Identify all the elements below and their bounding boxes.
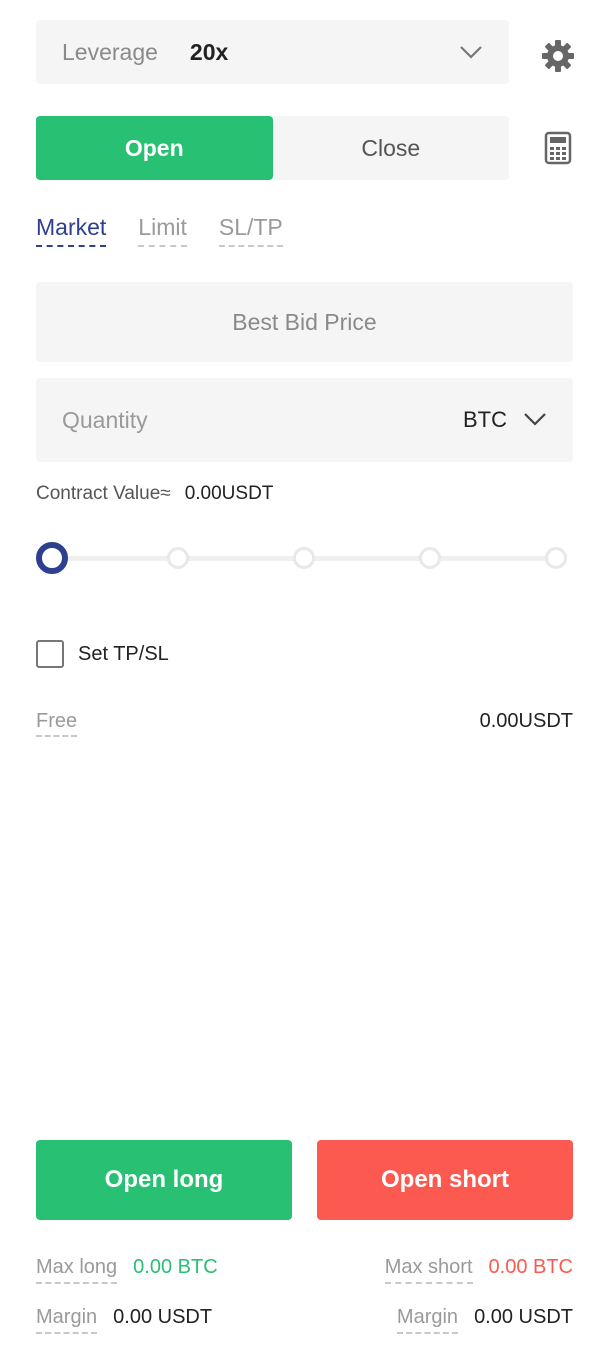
free-value: 0.00USDT bbox=[479, 710, 573, 732]
slider-step-100[interactable] bbox=[545, 547, 567, 569]
calculator-icon[interactable] bbox=[540, 130, 576, 166]
price-placeholder: Best Bid Price bbox=[232, 308, 377, 335]
contract-value-label: Contract Value≈ bbox=[36, 483, 171, 504]
tab-limit[interactable]: Limit bbox=[138, 214, 187, 247]
order-type-tabs: Market Limit SL/TP bbox=[36, 214, 283, 247]
margin-long: Margin 0.00 USDT bbox=[36, 1306, 212, 1334]
quantity-unit-label: BTC bbox=[463, 407, 507, 432]
margin-long-value: 0.00 USDT bbox=[113, 1306, 213, 1328]
slider-step-75[interactable] bbox=[419, 547, 441, 569]
open-long-button[interactable]: Open long bbox=[36, 1140, 292, 1220]
quantity-input[interactable] bbox=[62, 378, 463, 462]
free-label[interactable]: Free bbox=[36, 710, 78, 737]
tab-sl-tp[interactable]: SL/TP bbox=[218, 214, 283, 247]
slider-step-25[interactable] bbox=[167, 547, 189, 569]
max-long: Max long 0.00 BTC bbox=[36, 1256, 218, 1284]
margin-short: Margin 0.00 USDT bbox=[396, 1306, 573, 1334]
quantity-unit-select[interactable]: BTC bbox=[463, 407, 547, 433]
leverage-select[interactable]: Leverage 20x bbox=[36, 20, 509, 84]
leverage-value: 20x bbox=[189, 38, 229, 65]
max-short-value: 0.00 BTC bbox=[488, 1256, 573, 1278]
max-long-label[interactable]: Max long bbox=[36, 1256, 118, 1284]
contract-value-amount: 0.00USDT bbox=[184, 483, 274, 504]
tpsl-label: Set TP/SL bbox=[78, 642, 169, 665]
slider-handle[interactable] bbox=[36, 542, 68, 574]
tpsl-checkbox[interactable] bbox=[36, 640, 64, 668]
margin-short-label[interactable]: Margin bbox=[396, 1306, 459, 1334]
margin-row: Margin 0.00 USDT Margin 0.00 USDT bbox=[36, 1306, 573, 1334]
open-short-button[interactable]: Open short bbox=[317, 1140, 573, 1220]
max-long-value: 0.00 BTC bbox=[133, 1256, 218, 1278]
open-tab[interactable]: Open bbox=[36, 116, 273, 180]
gear-icon[interactable] bbox=[538, 36, 578, 76]
quantity-field: BTC bbox=[36, 378, 573, 462]
leverage-label: Leverage bbox=[62, 38, 158, 65]
slider-step-50[interactable] bbox=[293, 547, 315, 569]
quantity-slider[interactable] bbox=[36, 540, 573, 576]
contract-value: Contract Value≈ 0.00USDT bbox=[36, 483, 273, 505]
chevron-down-icon bbox=[459, 40, 483, 64]
tab-market[interactable]: Market bbox=[36, 214, 107, 247]
max-short-label[interactable]: Max short bbox=[384, 1256, 473, 1284]
max-short: Max short 0.00 BTC bbox=[384, 1256, 573, 1284]
max-row: Max long 0.00 BTC Max short 0.00 BTC bbox=[36, 1256, 573, 1284]
tpsl-toggle[interactable]: Set TP/SL bbox=[36, 640, 169, 668]
price-field[interactable]: Best Bid Price bbox=[36, 282, 573, 362]
close-tab[interactable]: Close bbox=[273, 116, 510, 180]
open-close-toggle: Open Close bbox=[36, 116, 509, 180]
margin-long-label[interactable]: Margin bbox=[36, 1306, 98, 1334]
margin-short-value: 0.00 USDT bbox=[474, 1306, 573, 1328]
chevron-down-icon bbox=[523, 407, 547, 433]
